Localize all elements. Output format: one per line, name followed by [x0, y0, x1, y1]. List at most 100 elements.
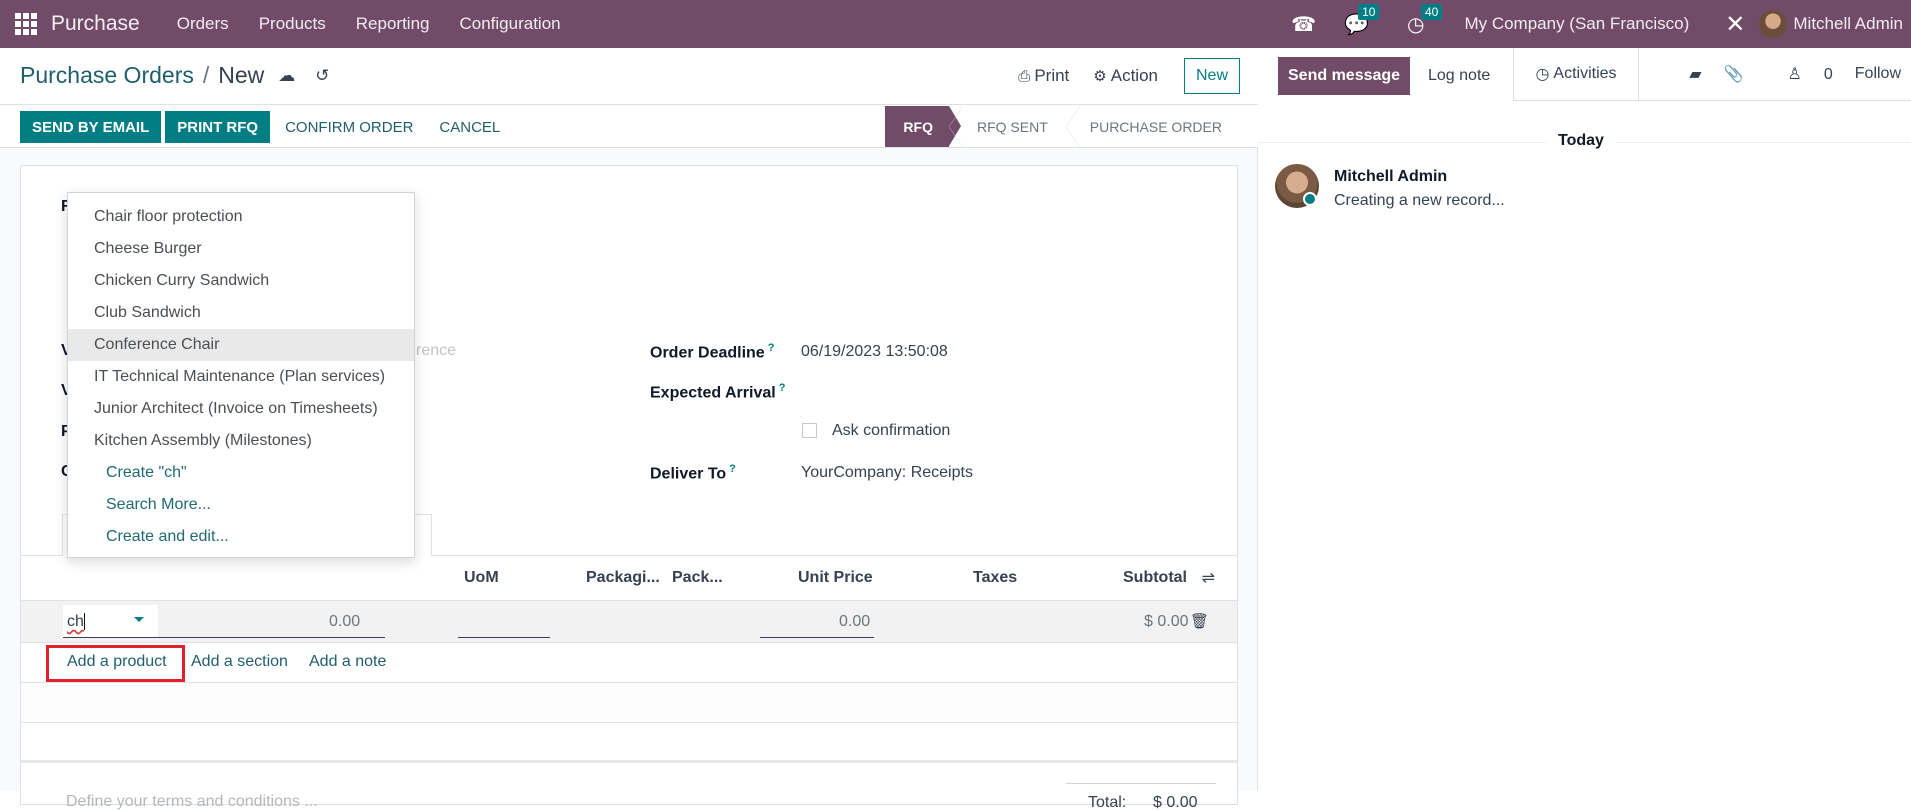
app-menu-icon[interactable] — [15, 13, 37, 35]
help-tooltip-icon[interactable]: ? — [729, 463, 736, 475]
menu-reporting[interactable]: Reporting — [356, 14, 430, 34]
new-button[interactable]: New — [1183, 58, 1240, 94]
caret-down-icon[interactable] — [134, 617, 144, 622]
total-label: Total: — [1088, 794, 1127, 811]
paperclip-icon[interactable]: 📎 — [1724, 64, 1744, 84]
add-note-link[interactable]: Add a note — [309, 653, 386, 671]
printer-icon: ⎙ — [1018, 67, 1031, 85]
activities-label: Activities — [1553, 65, 1617, 82]
order-line-row[interactable]: ch 0.00 0.00 $ 0.00 🗑 — [21, 601, 1237, 643]
col-unit-price[interactable]: Unit Price — [798, 569, 873, 587]
add-line-row: Add a product Add a section Add a note — [21, 643, 1237, 683]
activities-badge: 40 — [1420, 3, 1443, 20]
followers-count: 0 — [1823, 66, 1833, 83]
stage-rfq[interactable]: RFQ — [885, 106, 961, 147]
product-autocomplete-dropdown: Chair floor protection Cheese Burger Chi… — [67, 192, 415, 558]
control-panel: Purchase Orders / New ☁ ↺ ⎙ Print ⚙ Action… — [0, 48, 1258, 148]
deliver-to-label: Deliver To? — [650, 463, 736, 483]
add-section-link[interactable]: Add a section — [191, 653, 288, 671]
messages-icon[interactable]: 💬 10 — [1344, 3, 1380, 37]
total-divider — [1066, 783, 1216, 784]
discard-undo-icon[interactable]: ↺ — [315, 66, 329, 86]
stage-rfq-sent[interactable]: RFQ SENT — [948, 106, 1066, 147]
deliver-to-field[interactable]: YourCompany: Receipts — [801, 464, 973, 482]
print-rfq-button[interactable]: PRINT RFQ — [165, 111, 271, 143]
statusbar: RFQ RFQ SENT PURCHASE ORDER — [885, 106, 1240, 147]
autocomplete-item[interactable]: Chicken Curry Sandwich — [68, 265, 414, 297]
online-status-icon — [1303, 192, 1317, 206]
col-taxes[interactable]: Taxes — [973, 569, 1017, 587]
book-icon[interactable]: ▰ — [1689, 64, 1701, 84]
company-switcher[interactable]: My Company (San Francisco) — [1464, 14, 1689, 34]
vendor-reference-placeholder[interactable]: rence — [416, 342, 456, 360]
confirm-order-button[interactable]: CONFIRM ORDER — [274, 111, 424, 143]
message-body: Creating a new record... — [1334, 192, 1505, 209]
autocomplete-item[interactable]: IT Technical Maintenance (Plan services) — [68, 361, 414, 393]
order-lines-header: UoM Packagi... Pack... Unit Price Taxes … — [21, 556, 1237, 601]
message-author[interactable]: Mitchell Admin — [1334, 168, 1447, 186]
clock-icon: ◷ — [1535, 66, 1550, 83]
activities-button[interactable]: ◷ Activities — [1513, 48, 1639, 101]
save-cloud-icon[interactable]: ☁ — [278, 66, 295, 86]
autocomplete-item[interactable]: Club Sandwich — [68, 297, 414, 329]
action-label: Action — [1110, 66, 1158, 85]
order-deadline-field[interactable]: 06/19/2023 13:50:08 — [801, 343, 948, 361]
optional-columns-icon[interactable]: ⇌ — [1202, 568, 1215, 588]
unit-price-field[interactable]: 0.00 — [839, 613, 870, 631]
stage-purchase-order[interactable]: PURCHASE ORDER — [1065, 106, 1240, 147]
total-value: $ 0.00 — [1153, 794, 1198, 811]
form-view: Purchase Orders / New ☁ ↺ ⎙ Print ⚙ Action… — [0, 48, 1258, 811]
search-more-option[interactable]: Search More... — [68, 489, 414, 521]
help-tooltip-icon[interactable]: ? — [768, 342, 775, 354]
menu-configuration[interactable]: Configuration — [460, 14, 561, 34]
autocomplete-item[interactable]: Cheese Burger — [68, 233, 414, 265]
empty-row — [21, 683, 1237, 723]
autocomplete-item[interactable]: Junior Architect (Invoice on Timesheets) — [68, 393, 414, 425]
breadcrumb-purchase-orders[interactable]: Purchase Orders — [20, 62, 194, 89]
user-avatar[interactable] — [1759, 10, 1788, 38]
action-button[interactable]: ⚙ Action — [1093, 66, 1158, 86]
autocomplete-item[interactable]: Kitchen Assembly (Milestones) — [68, 425, 414, 457]
cancel-button[interactable]: CANCEL — [428, 111, 511, 143]
top-navbar: Purchase Orders Products Reporting Confi… — [0, 0, 1911, 48]
order-deadline-label: Order Deadline? — [650, 342, 775, 362]
send-by-email-button[interactable]: SEND BY EMAIL — [20, 111, 162, 143]
create-option[interactable]: Create "ch" — [68, 457, 414, 489]
highlight-annotation-box — [46, 645, 185, 682]
breadcrumb-separator: / — [202, 62, 210, 88]
create-and-edit-option[interactable]: Create and edit... — [68, 521, 414, 553]
help-tooltip-icon[interactable]: ? — [779, 382, 786, 394]
date-separator: Today — [1546, 132, 1616, 150]
col-packaging[interactable]: Pack... — [672, 569, 723, 587]
app-name[interactable]: Purchase — [51, 12, 140, 36]
print-button[interactable]: ⎙ Print — [1018, 66, 1069, 86]
expected-arrival-label: Expected Arrival? — [650, 382, 786, 402]
phone-icon[interactable]: ☎ — [1291, 12, 1316, 37]
autocomplete-item[interactable]: Chair floor protection — [68, 201, 414, 233]
followers-button[interactable]: ♙ 0 — [1766, 64, 1833, 84]
quantity-field[interactable]: 0.00 — [329, 613, 360, 631]
col-packaging-qty[interactable]: Packagi... — [586, 569, 660, 587]
user-icon: ♙ — [1787, 66, 1802, 83]
activity-clock-icon[interactable]: ◷ 40 — [1407, 3, 1443, 37]
terms-and-conditions-field[interactable]: Define your terms and conditions ... — [66, 793, 318, 811]
empty-row — [21, 723, 1237, 763]
divider — [1639, 100, 1911, 101]
col-uom[interactable]: UoM — [464, 569, 499, 587]
debug-tools-icon[interactable]: ✕ — [1725, 10, 1745, 39]
menu-orders[interactable]: Orders — [177, 14, 229, 34]
uom-field[interactable] — [458, 637, 550, 638]
follow-button[interactable]: Follow — [1855, 65, 1901, 83]
col-subtotal[interactable]: Subtotal — [1123, 569, 1187, 587]
trash-icon[interactable]: 🗑 — [1190, 612, 1209, 630]
send-message-button[interactable]: Send message — [1278, 57, 1411, 95]
chatter-topbar: Send message Log note ◷ Activities ▰ 📎 ♙ 0… — [1258, 48, 1911, 101]
user-menu[interactable]: Mitchell Admin — [1793, 14, 1903, 34]
log-note-button[interactable]: Log note — [1428, 67, 1490, 85]
ask-confirmation-checkbox[interactable] — [802, 423, 817, 438]
unit-price-underline — [760, 637, 874, 638]
menu-products[interactable]: Products — [259, 14, 326, 34]
autocomplete-item-highlighted[interactable]: Conference Chair — [68, 329, 414, 361]
breadcrumb: Purchase Orders / New ☁ ↺ — [20, 62, 330, 89]
gear-icon: ⚙ — [1093, 68, 1107, 85]
